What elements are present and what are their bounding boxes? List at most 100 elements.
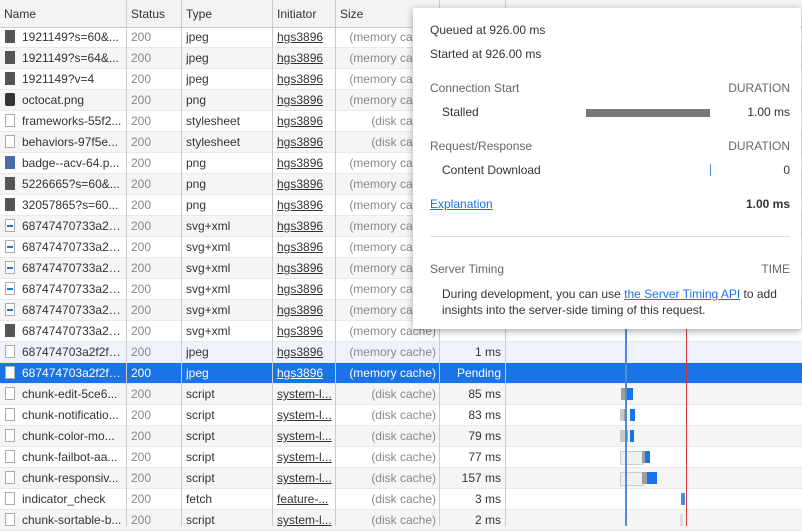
file-icon <box>5 408 15 421</box>
request-initiator[interactable]: hgs3896 <box>277 321 333 341</box>
column-divider[interactable] <box>335 0 336 526</box>
duration-heading: DURATION <box>728 81 790 95</box>
content-download-label: Content Download <box>442 163 541 177</box>
column-divider[interactable] <box>126 0 127 526</box>
request-name: 687474703a2f2f7... <box>22 345 122 359</box>
request-status: 200 <box>131 72 152 86</box>
request-size: (memory cache) <box>349 345 436 359</box>
request-status: 200 <box>131 303 152 317</box>
column-header-type[interactable]: Type <box>182 0 212 27</box>
request-initiator[interactable]: feature-... <box>277 489 333 509</box>
request-type: script <box>186 513 215 527</box>
file-icon <box>5 135 15 148</box>
table-row[interactable]: chunk-notificatio... 200 script system-l...… <box>0 405 802 426</box>
table-row[interactable]: 687474703a2f2f7... 200 jpeg hgs3896 (memory … <box>0 342 802 363</box>
table-row[interactable]: chunk-failbot-aa... 200 script system-l... (… <box>0 447 802 468</box>
request-type: fetch <box>186 492 213 506</box>
request-type: stylesheet <box>186 135 241 149</box>
request-type: svg+xml <box>186 261 231 275</box>
request-time: 3 ms <box>474 492 501 506</box>
request-initiator[interactable]: system-l... <box>277 384 333 404</box>
request-time: 1 ms <box>474 345 501 359</box>
request-initiator[interactable]: hgs3896 <box>277 300 333 320</box>
request-initiator[interactable]: hgs3896 <box>277 132 333 152</box>
request-size: (memory cache) <box>349 366 436 380</box>
request-status: 200 <box>131 198 152 212</box>
request-time: Pending <box>456 366 501 380</box>
request-name: frameworks-55f2... <box>22 114 122 128</box>
request-type: script <box>186 450 215 464</box>
request-initiator[interactable]: hgs3896 <box>277 48 333 68</box>
request-initiator[interactable]: hgs3896 <box>277 342 333 362</box>
table-row[interactable]: chunk-sortable-b... 200 script system-l... (… <box>0 510 802 531</box>
request-response-heading: Request/Response <box>430 139 533 153</box>
request-initiator[interactable]: system-l... <box>277 447 333 467</box>
request-initiator[interactable]: hgs3896 <box>277 27 333 47</box>
file-icon <box>5 240 15 253</box>
table-row[interactable]: 687474703a2f2f7... 200 jpeg hgs3896 (memory … <box>0 363 802 384</box>
request-initiator[interactable]: hgs3896 <box>277 69 333 89</box>
request-time: 2 ms <box>474 513 501 527</box>
request-time: 77 ms <box>468 450 501 464</box>
table-row[interactable]: chunk-color-mo... 200 script system-l... (di… <box>0 426 802 447</box>
column-header-name[interactable]: Name <box>0 0 36 27</box>
request-initiator[interactable]: system-l... <box>277 468 333 488</box>
request-size: (disk cache) <box>371 513 436 527</box>
request-size: (disk cache) <box>371 471 436 485</box>
request-type: svg+xml <box>186 219 231 233</box>
request-type: png <box>186 156 207 170</box>
request-initiator[interactable]: hgs3896 <box>277 237 333 257</box>
request-initiator[interactable]: system-l... <box>277 426 333 446</box>
table-row[interactable]: chunk-edit-5ce6... 200 script system-l... (d… <box>0 384 802 405</box>
request-type: script <box>186 429 215 443</box>
request-type: script <box>186 471 215 485</box>
request-initiator[interactable]: hgs3896 <box>277 216 333 236</box>
request-type: script <box>186 408 215 422</box>
request-time: 157 ms <box>461 471 501 485</box>
file-icon <box>5 429 15 442</box>
column-divider[interactable] <box>181 0 182 526</box>
request-name: 5226665?s=60&... <box>22 177 120 191</box>
request-initiator[interactable]: hgs3896 <box>277 153 333 173</box>
request-initiator[interactable]: hgs3896 <box>277 279 333 299</box>
file-icon <box>5 93 15 106</box>
column-divider[interactable] <box>272 0 273 526</box>
request-size: (disk cache) <box>371 492 436 506</box>
server-timing-api-link[interactable]: the Server Timing API <box>624 287 740 301</box>
request-type: script <box>186 387 215 401</box>
request-type: jpeg <box>186 51 209 65</box>
request-status: 200 <box>131 429 152 443</box>
table-row[interactable]: chunk-responsiv... 200 script system-l... (d… <box>0 468 802 489</box>
stalled-label: Stalled <box>442 105 479 119</box>
explanation-link[interactable]: Explanation <box>430 197 493 211</box>
request-initiator[interactable]: hgs3896 <box>277 111 333 131</box>
note-text: During development, you can use <box>442 287 621 301</box>
request-name: chunk-responsiv... <box>22 471 119 485</box>
request-initiator[interactable]: system-l... <box>277 510 333 530</box>
request-initiator[interactable]: hgs3896 <box>277 90 333 110</box>
content-download-bar <box>710 164 711 176</box>
request-name: chunk-color-mo... <box>22 429 115 443</box>
request-name: badge--acv-64.p... <box>22 156 120 170</box>
request-size: (disk cache) <box>371 408 436 422</box>
started-at: Started at 926.00 ms <box>430 47 542 61</box>
waterfall-bar <box>630 430 634 442</box>
column-header-size[interactable]: Size <box>336 0 363 27</box>
request-type: jpeg <box>186 30 209 44</box>
table-row[interactable]: indicator_check 200 fetch feature-... (disk … <box>0 489 802 510</box>
request-initiator[interactable]: hgs3896 <box>277 195 333 215</box>
file-icon <box>5 387 15 400</box>
column-header-status[interactable]: Status <box>127 0 165 27</box>
request-status: 200 <box>131 408 152 422</box>
request-initiator[interactable]: hgs3896 <box>277 258 333 278</box>
request-initiator[interactable]: system-l... <box>277 405 333 425</box>
request-type: jpeg <box>186 72 209 86</box>
request-name: indicator_check <box>22 492 106 506</box>
request-type: stylesheet <box>186 114 241 128</box>
request-type: jpeg <box>186 345 209 359</box>
column-header-initiator[interactable]: Initiator <box>273 0 316 27</box>
request-initiator[interactable]: hgs3896 <box>277 174 333 194</box>
file-icon <box>5 51 15 64</box>
request-initiator[interactable]: hgs3896 <box>277 363 333 383</box>
request-status: 200 <box>131 513 152 527</box>
